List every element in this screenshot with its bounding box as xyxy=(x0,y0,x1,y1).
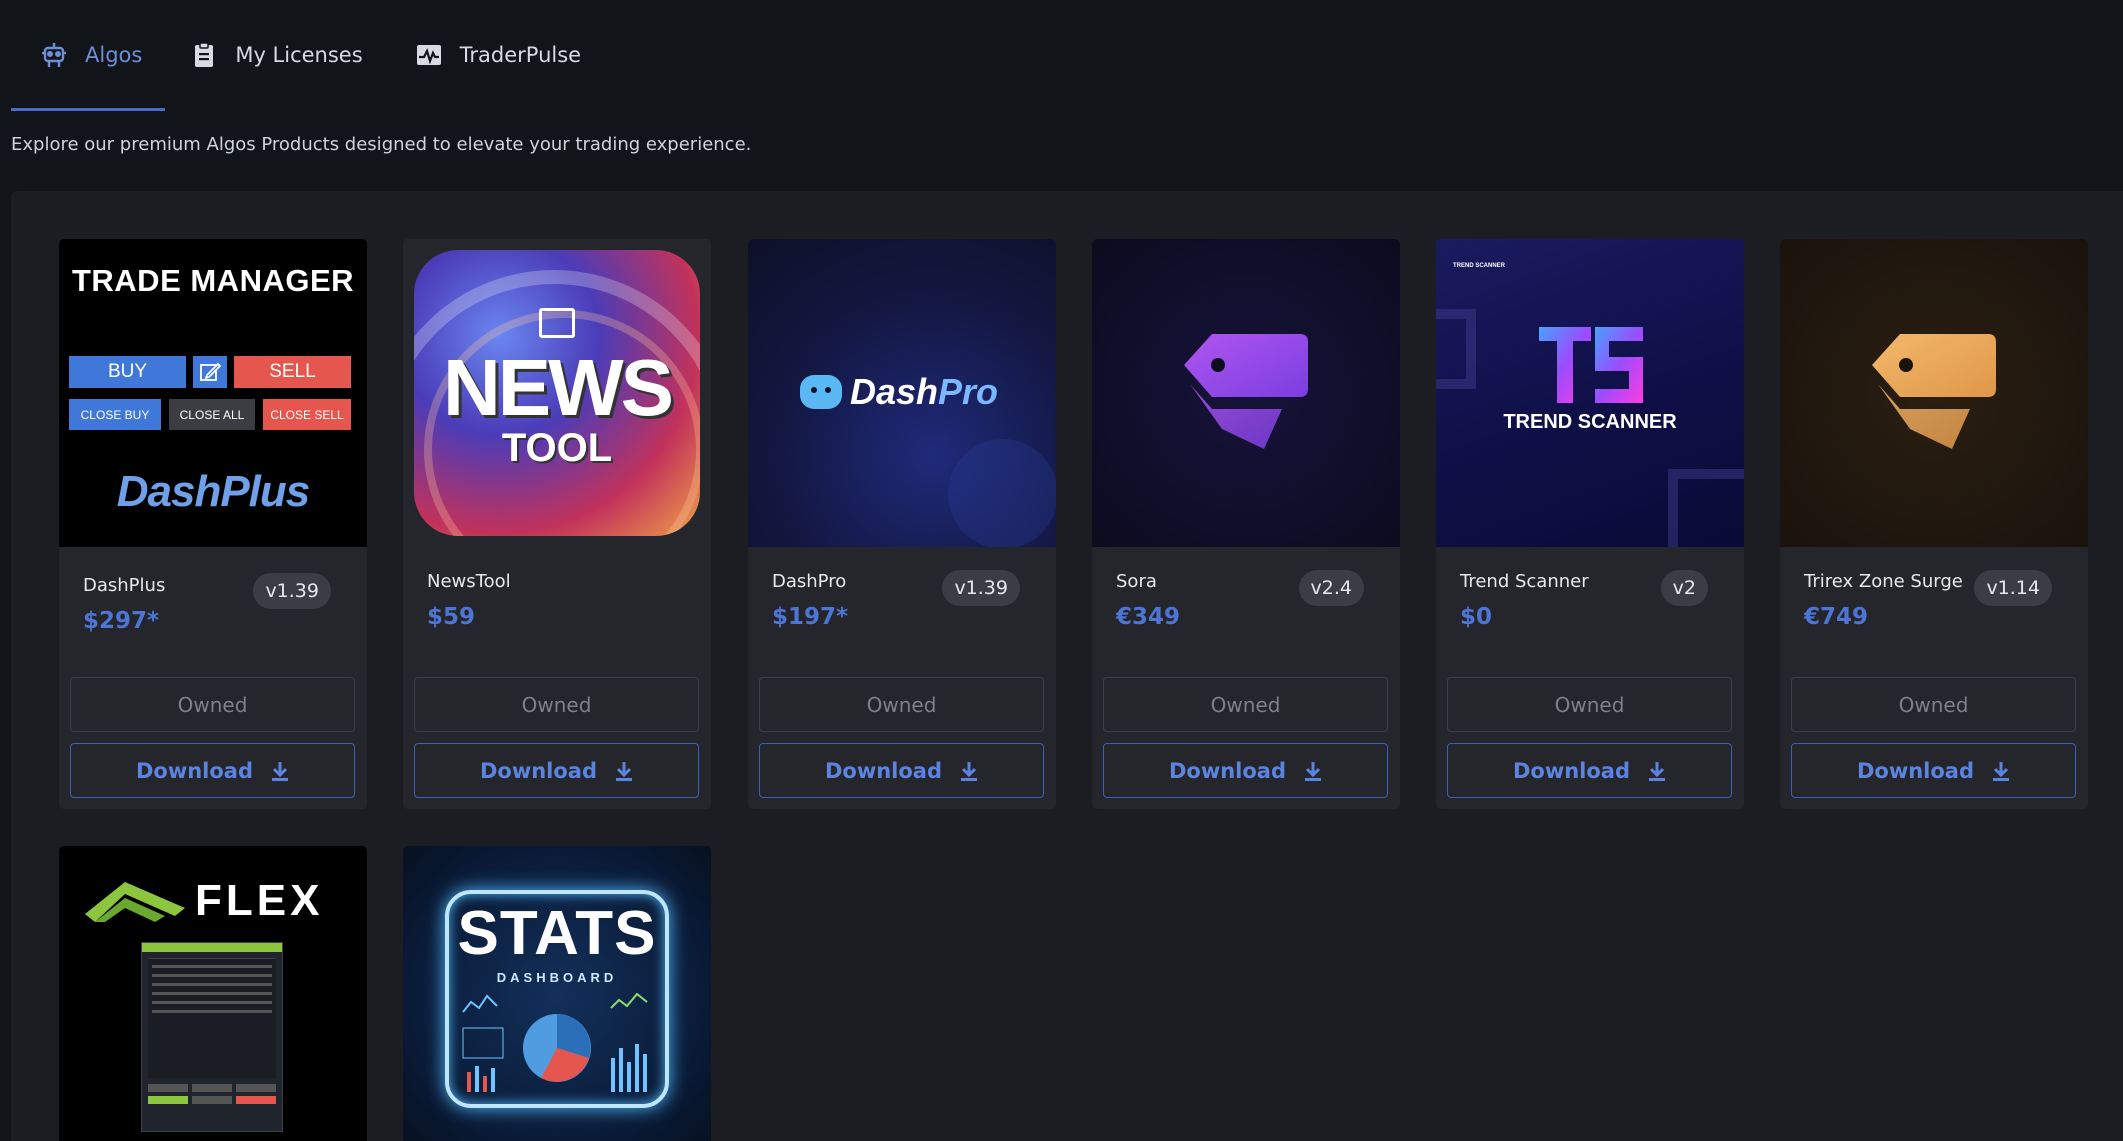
download-icon xyxy=(1649,761,1666,781)
edit-icon xyxy=(193,356,227,388)
thumb-stats: STATS xyxy=(457,899,657,968)
thumb-brand: DashPlus xyxy=(116,467,311,516)
thumb-dashboard-preview xyxy=(141,942,283,1132)
download-label: Download xyxy=(1168,758,1287,783)
thumb-small-label: TREND SCANNER xyxy=(1453,263,1506,269)
download-label: Download xyxy=(135,758,254,783)
pulse-chart-icon xyxy=(414,40,444,70)
product-name: Sora xyxy=(1116,571,1157,592)
product-card-stats-dashboard[interactable]: STATS DASHBOARD xyxy=(403,846,711,1141)
tab-label: My Licenses xyxy=(235,42,363,67)
owned-button[interactable]: Owned xyxy=(70,677,355,732)
owned-button[interactable]: Owned xyxy=(759,677,1044,732)
product-thumbnail: NEWS TOOL xyxy=(403,239,711,547)
owned-button[interactable]: Owned xyxy=(414,677,699,732)
download-button[interactable]: Download xyxy=(1447,743,1732,798)
product-thumbnail: DashPro xyxy=(748,239,1056,547)
download-icon xyxy=(272,761,289,781)
product-name: Trirex Zone Surge xyxy=(1804,571,1963,592)
product-card-dashpro[interactable]: DashPro DashPro $197* v1.39 Owned Downlo… xyxy=(748,239,1056,809)
download-icon xyxy=(961,761,978,781)
download-icon xyxy=(1993,761,2010,781)
version-badge: v2 xyxy=(1660,570,1708,606)
product-name: DashPlus xyxy=(83,575,166,596)
thumb-title: TRADE MANAGER xyxy=(71,263,355,298)
download-icon xyxy=(1305,761,1322,781)
thumb-news: NEWS xyxy=(443,343,674,432)
product-card-trend-scanner[interactable]: TREND SCANNER TREND SCANNER Trend Scanne… xyxy=(1436,239,1744,809)
tab-label: TraderPulse xyxy=(459,42,582,67)
clipboard-icon xyxy=(189,40,219,70)
thumb-brand-a: Dash xyxy=(850,371,939,412)
product-price: $197* xyxy=(772,604,849,630)
download-button[interactable]: Download xyxy=(1103,743,1388,798)
thumb-brand-b: Pro xyxy=(938,371,999,412)
product-thumbnail: FLEX xyxy=(59,846,367,1141)
robot-logo-icon xyxy=(800,375,842,409)
product-price: $0 xyxy=(1460,604,1493,630)
version-badge: v2.4 xyxy=(1298,570,1364,606)
tab-bar: Algos My Licenses TraderPulse xyxy=(11,0,604,111)
thumb-brand: FLEX xyxy=(195,876,324,925)
tab-my-licenses[interactable]: My Licenses xyxy=(165,0,385,109)
product-thumbnail xyxy=(1092,239,1400,547)
page-subtitle: Explore our premium Algos Products desig… xyxy=(11,134,752,155)
thumb-close-sell: CLOSE SELL xyxy=(263,399,351,430)
product-name: Trend Scanner xyxy=(1460,571,1589,592)
tab-traderpulse[interactable]: TraderPulse xyxy=(386,0,604,109)
robot-icon xyxy=(39,40,69,70)
flex-logo-icon xyxy=(85,882,185,922)
product-card-trirex-zone-surge[interactable]: Trirex Zone Surge €749 v1.14 Owned Downl… xyxy=(1780,239,2088,809)
owned-button[interactable]: Owned xyxy=(1791,677,2076,732)
download-button[interactable]: Download xyxy=(759,743,1044,798)
product-thumbnail xyxy=(1780,239,2088,547)
download-button[interactable]: Download xyxy=(70,743,355,798)
product-price: $59 xyxy=(427,604,476,630)
product-card-newstool[interactable]: NEWS TOOL NewsTool $59 Owned Download xyxy=(403,239,711,809)
price-tag-icon xyxy=(1872,334,1996,449)
mini-charts-icon xyxy=(462,992,648,1092)
product-price: €749 xyxy=(1804,604,1869,630)
product-name: DashPro xyxy=(772,571,847,592)
thumb-close-buy: CLOSE BUY xyxy=(69,399,161,430)
thumb-tool: TOOL xyxy=(501,426,613,470)
product-name: NewsTool xyxy=(427,571,511,592)
product-card-dashplus[interactable]: TRADE MANAGER BUY SELL CLOSE BUY CLOSE A… xyxy=(59,239,367,809)
product-card-flex[interactable]: FLEX xyxy=(59,846,367,1141)
download-button[interactable]: Download xyxy=(1791,743,2076,798)
version-badge: v1.39 xyxy=(942,570,1020,606)
product-thumbnail: TRADE MANAGER BUY SELL CLOSE BUY CLOSE A… xyxy=(59,239,367,547)
owned-button[interactable]: Owned xyxy=(1103,677,1388,732)
download-button[interactable]: Download xyxy=(414,743,699,798)
thumb-close-all: CLOSE ALL xyxy=(169,399,255,430)
thumb-buy: BUY xyxy=(69,356,186,388)
thumb-dashboard: DASHBOARD xyxy=(496,970,618,985)
owned-button[interactable]: Owned xyxy=(1447,677,1732,732)
thumb-sell: SELL xyxy=(234,356,351,388)
product-price: $297* xyxy=(83,608,160,634)
download-label: Download xyxy=(824,758,943,783)
price-tag-icon xyxy=(1184,334,1308,449)
version-badge: v1.39 xyxy=(253,573,331,609)
download-label: Download xyxy=(1512,758,1631,783)
ts-logo-icon xyxy=(1539,327,1643,403)
tab-algos[interactable]: Algos xyxy=(11,0,166,111)
product-thumbnail: STATS DASHBOARD xyxy=(403,846,711,1141)
download-icon xyxy=(616,761,633,781)
version-badge: v1.14 xyxy=(1974,570,2052,606)
tab-label: Algos xyxy=(85,42,143,67)
product-price: €349 xyxy=(1116,604,1181,630)
products-panel: TRADE MANAGER BUY SELL CLOSE BUY CLOSE A… xyxy=(11,191,2123,1141)
product-thumbnail: TREND SCANNER TREND SCANNER xyxy=(1436,239,1744,547)
download-label: Download xyxy=(479,758,598,783)
thumb-label: TREND SCANNER xyxy=(1503,411,1677,433)
download-label: Download xyxy=(1856,758,1975,783)
product-card-sora[interactable]: Sora €349 v2.4 Owned Download xyxy=(1092,239,1400,809)
